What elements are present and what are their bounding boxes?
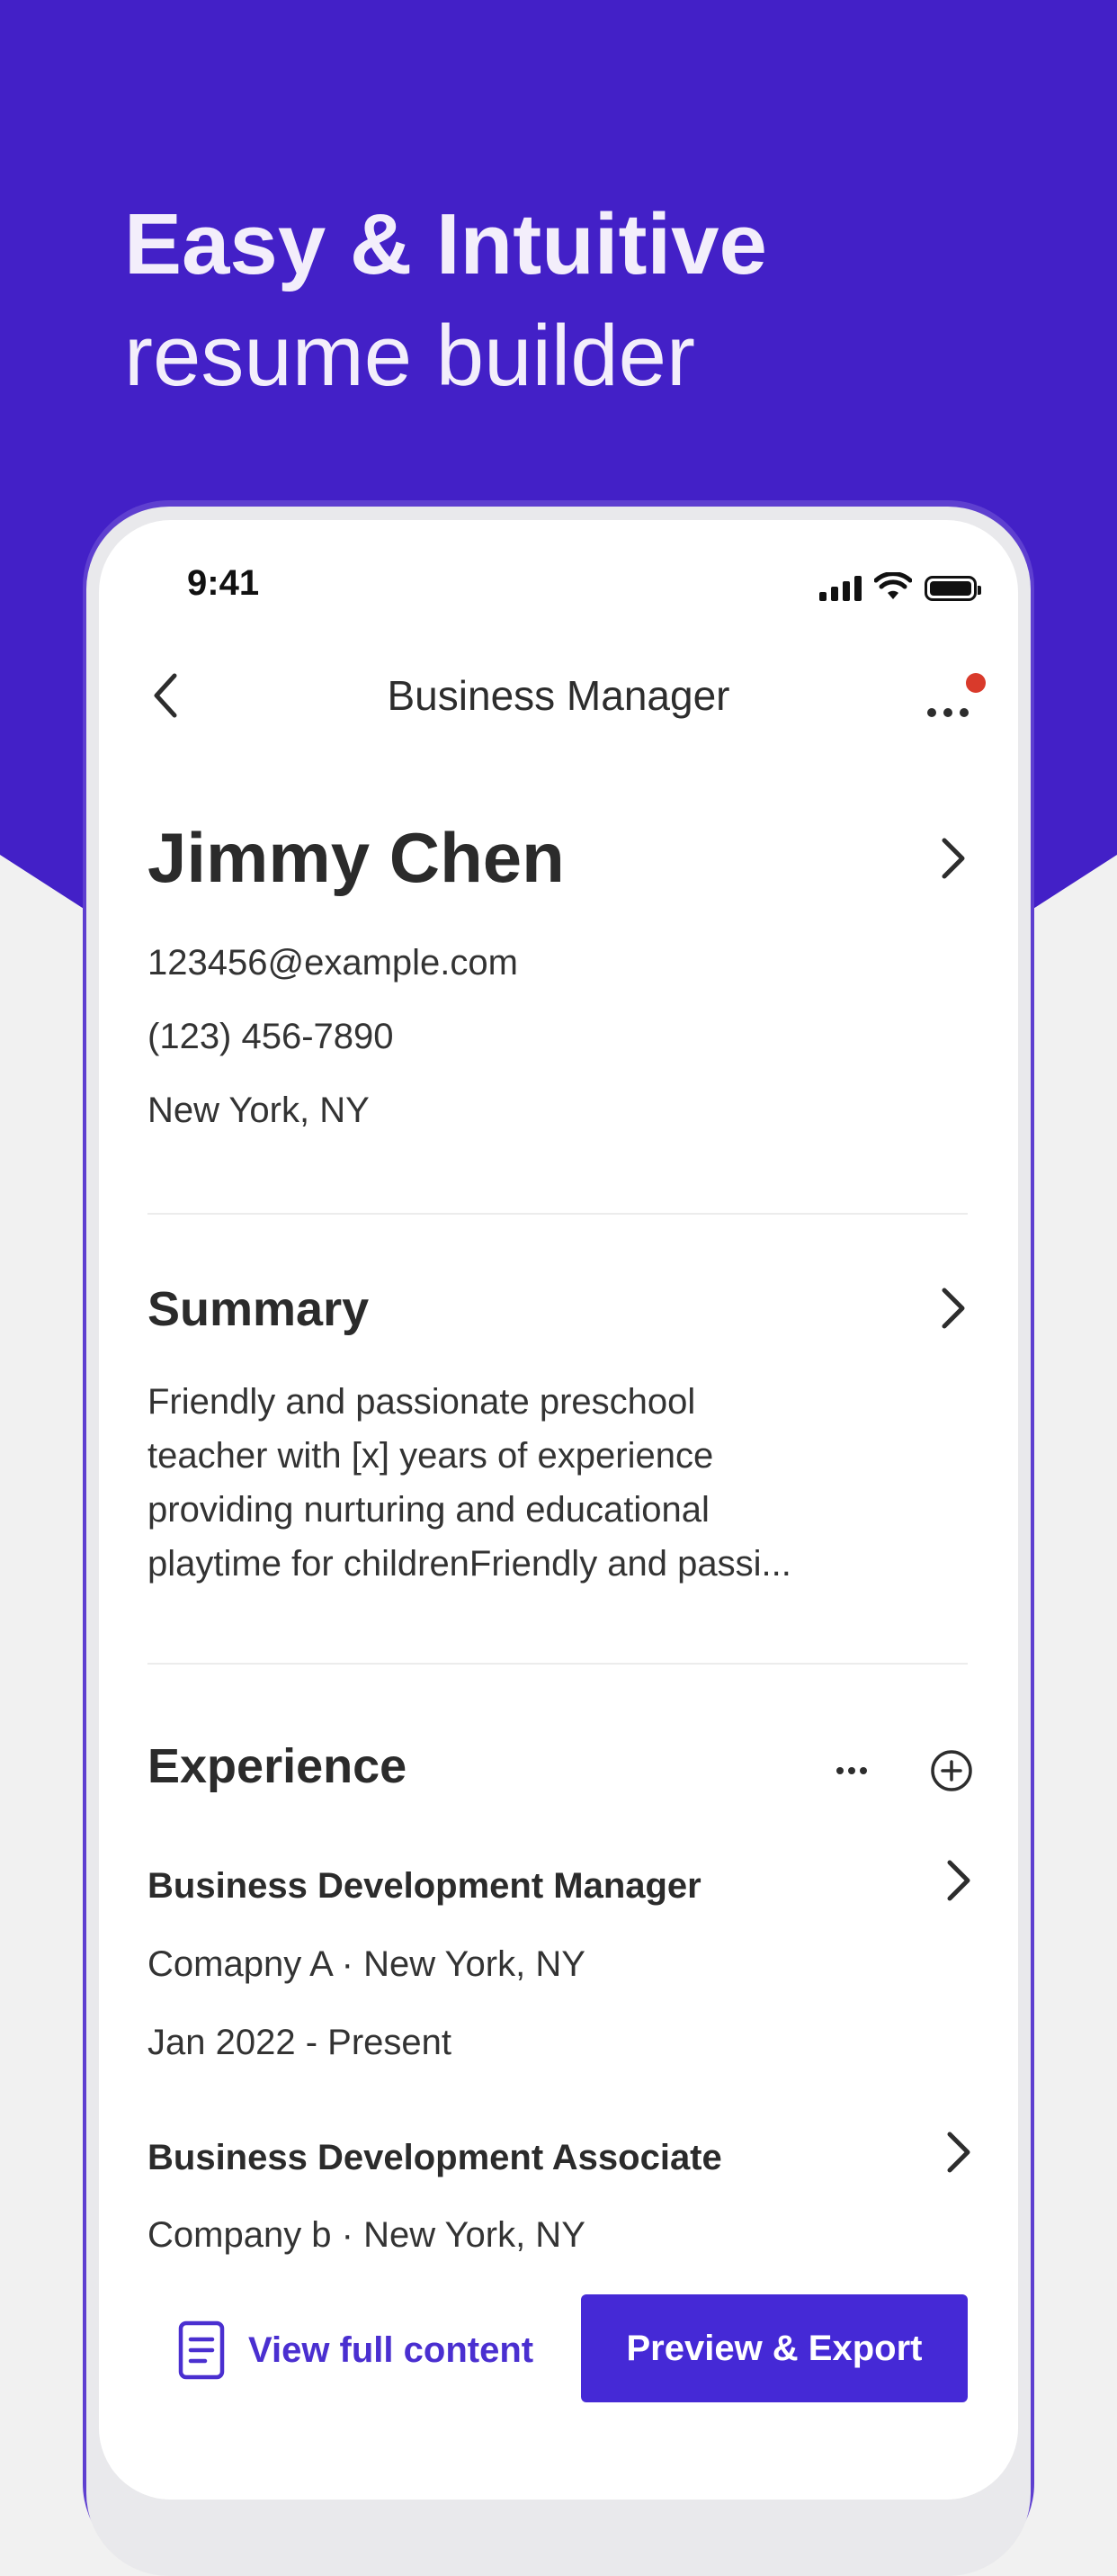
summary-line: providing nurturing and educational [147,1490,710,1530]
chevron-right-icon [947,1860,970,1901]
chevron-right-icon [947,2132,970,2173]
cellular-signal-icon [819,574,862,601]
summary-title: Summary [147,1282,370,1336]
battery-icon [925,576,981,601]
profile-phone: (123) 456-7890 [147,1017,394,1056]
summary-line: playtime for childrenFriendly and passi.… [147,1544,791,1584]
more-options-button[interactable] [919,673,986,727]
view-full-content-label: View full content [248,2329,534,2370]
view-full-content-button[interactable]: View full content [176,2320,533,2381]
job-title[interactable]: Business Development Associate [147,2138,722,2178]
chevron-right-icon [942,1288,965,1329]
profile-name: Jimmy Chen [147,818,565,897]
preview-export-label: Preview & Export [626,2328,923,2368]
preview-export-button[interactable]: Preview & Export [581,2294,968,2402]
more-horizontal-icon [836,1767,867,1774]
profile-email: 123456@example.com [147,943,518,983]
job-company-location: Company b · New York, NY [147,2215,585,2255]
back-button[interactable] [144,669,189,723]
profile-edit-button[interactable] [935,831,971,885]
experience-more-button[interactable] [827,1744,881,1798]
add-experience-button[interactable] [925,1744,978,1798]
summary-edit-button[interactable] [935,1281,971,1335]
divider [147,1213,968,1215]
wifi-icon [874,572,912,599]
profile-location: New York, NY [147,1091,370,1130]
summary-text: Friendly and passionate preschool teache… [147,1375,867,1591]
status-time: 9:41 [187,563,260,603]
chevron-right-icon [942,838,965,879]
summary-line: Friendly and passionate preschool [147,1382,696,1422]
nav-title: Business Manager [387,672,730,719]
divider [147,1663,968,1665]
document-icon [178,2320,225,2380]
hero-line-2: resume builder [124,308,695,404]
job-dates: Jan 2022 - Present [147,2023,451,2062]
job-company-location: Comapny A · New York, NY [147,1944,585,1984]
job-edit-button[interactable] [941,1853,977,1907]
chevron-left-icon [154,673,177,718]
experience-title: Experience [147,1739,407,1793]
job-title[interactable]: Business Development Manager [147,1866,701,1907]
notification-dot [966,673,986,693]
phone-screen: 9:41 Business Manager Jimmy Chen 123456@… [99,520,1018,2500]
add-circle-icon [931,1750,972,1791]
hero-headline: Easy & Intuitive resume builder [124,189,767,412]
job-edit-button[interactable] [941,2125,977,2179]
status-icons [819,572,981,601]
hero-line-1: Easy & Intuitive [124,196,767,292]
summary-line: teacher with [x] years of experience [147,1436,714,1476]
